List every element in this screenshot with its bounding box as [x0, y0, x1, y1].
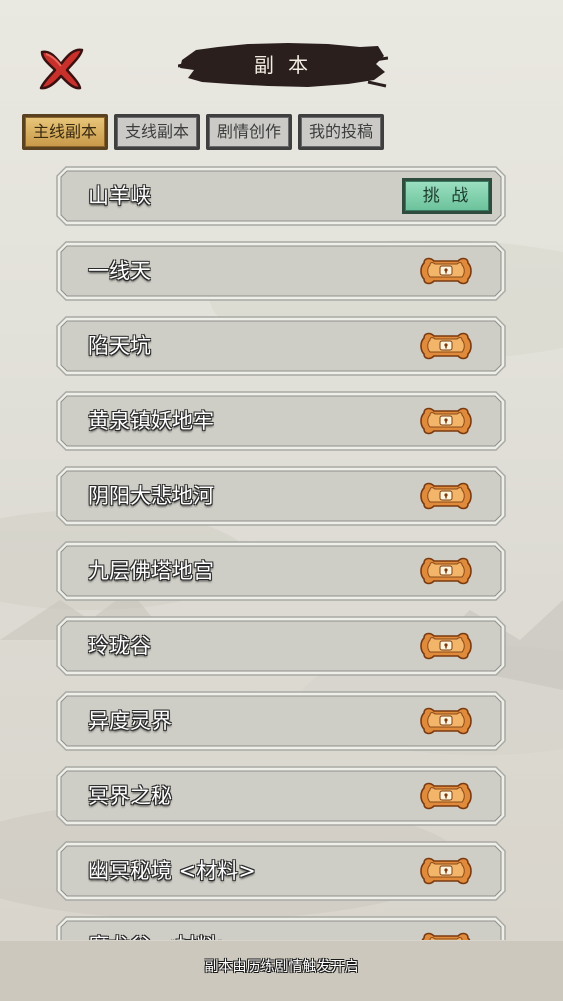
- tab-story-creation[interactable]: 剧情创作: [206, 114, 293, 150]
- dungeon-row[interactable]: 黄泉镇妖地牢: [56, 391, 506, 451]
- dungeon-name: 异度灵界: [88, 709, 172, 733]
- close-x-icon: [39, 48, 84, 90]
- lock-icon: [420, 257, 472, 285]
- dungeon-name: 一线天: [88, 259, 151, 283]
- lock-icon: [420, 407, 472, 435]
- dungeon-name: 黄泉镇妖地牢: [88, 409, 214, 433]
- lock-icon: [420, 782, 472, 810]
- challenge-button[interactable]: 挑 战: [402, 178, 492, 214]
- dungeon-row[interactable]: 阴阳大悲地河: [56, 466, 506, 526]
- dungeon-row[interactable]: 陷天坑: [56, 316, 506, 376]
- lock-icon: [420, 482, 472, 510]
- dungeon-name: 陷天坑: [88, 334, 151, 358]
- dungeon-name: 魔龙谷 <材料>: [88, 916, 235, 940]
- tab-main-dungeon[interactable]: 主线副本: [22, 114, 109, 150]
- close-button[interactable]: [36, 44, 86, 92]
- tab-side-dungeon[interactable]: 支线副本: [114, 114, 201, 150]
- dungeon-row[interactable]: 九层佛塔地宫: [56, 541, 506, 601]
- dungeon-row[interactable]: 一线天: [56, 241, 506, 301]
- tab-label: 剧情创作: [209, 117, 290, 147]
- lock-icon: [420, 332, 472, 360]
- dungeon-name: 玲珑谷: [88, 634, 151, 658]
- dungeon-name: 九层佛塔地宫: [88, 559, 214, 583]
- challenge-button-label: 挑 战: [405, 181, 489, 211]
- tab-label: 支线副本: [117, 117, 198, 147]
- dungeon-name: 阴阳大悲地河: [88, 484, 214, 508]
- dungeon-row[interactable]: 玲珑谷: [56, 616, 506, 676]
- lock-icon: [420, 857, 472, 885]
- dungeon-list[interactable]: 山羊峡 挑 战一线天陷天坑黄泉镇妖地牢 阴阳大悲地河 九层佛塔地宫 玲珑谷异度灵界冥界之…: [56, 166, 506, 940]
- dungeon-row[interactable]: 魔龙谷 <材料>: [56, 916, 506, 940]
- footer-hint: 副本由历练剧情触发开启: [0, 941, 563, 1001]
- dungeon-name: 冥界之秘: [88, 784, 172, 808]
- dungeon-row[interactable]: 异度灵界: [56, 691, 506, 751]
- dungeon-name: 幽冥秘境 <材料>: [88, 859, 256, 883]
- page-title: 副 本: [253, 53, 313, 77]
- lock-icon: [420, 707, 472, 735]
- dungeon-row[interactable]: 幽冥秘境 <材料>: [56, 841, 506, 901]
- lock-icon: [421, 932, 471, 940]
- tab-bar: 主线副本 支线副本 剧情创作 我的投稿: [22, 114, 385, 150]
- title-banner: 副 本: [178, 38, 388, 92]
- tab-my-submissions[interactable]: 我的投稿: [298, 114, 385, 150]
- lock-icon: [420, 557, 472, 585]
- dungeon-row[interactable]: 冥界之秘: [56, 766, 506, 826]
- lock-icon: [420, 632, 472, 660]
- tab-label: 我的投稿: [301, 117, 382, 147]
- dungeon-row[interactable]: 山羊峡 挑 战: [56, 166, 506, 226]
- dungeon-name: 山羊峡: [88, 184, 151, 208]
- tab-label: 主线副本: [25, 117, 106, 147]
